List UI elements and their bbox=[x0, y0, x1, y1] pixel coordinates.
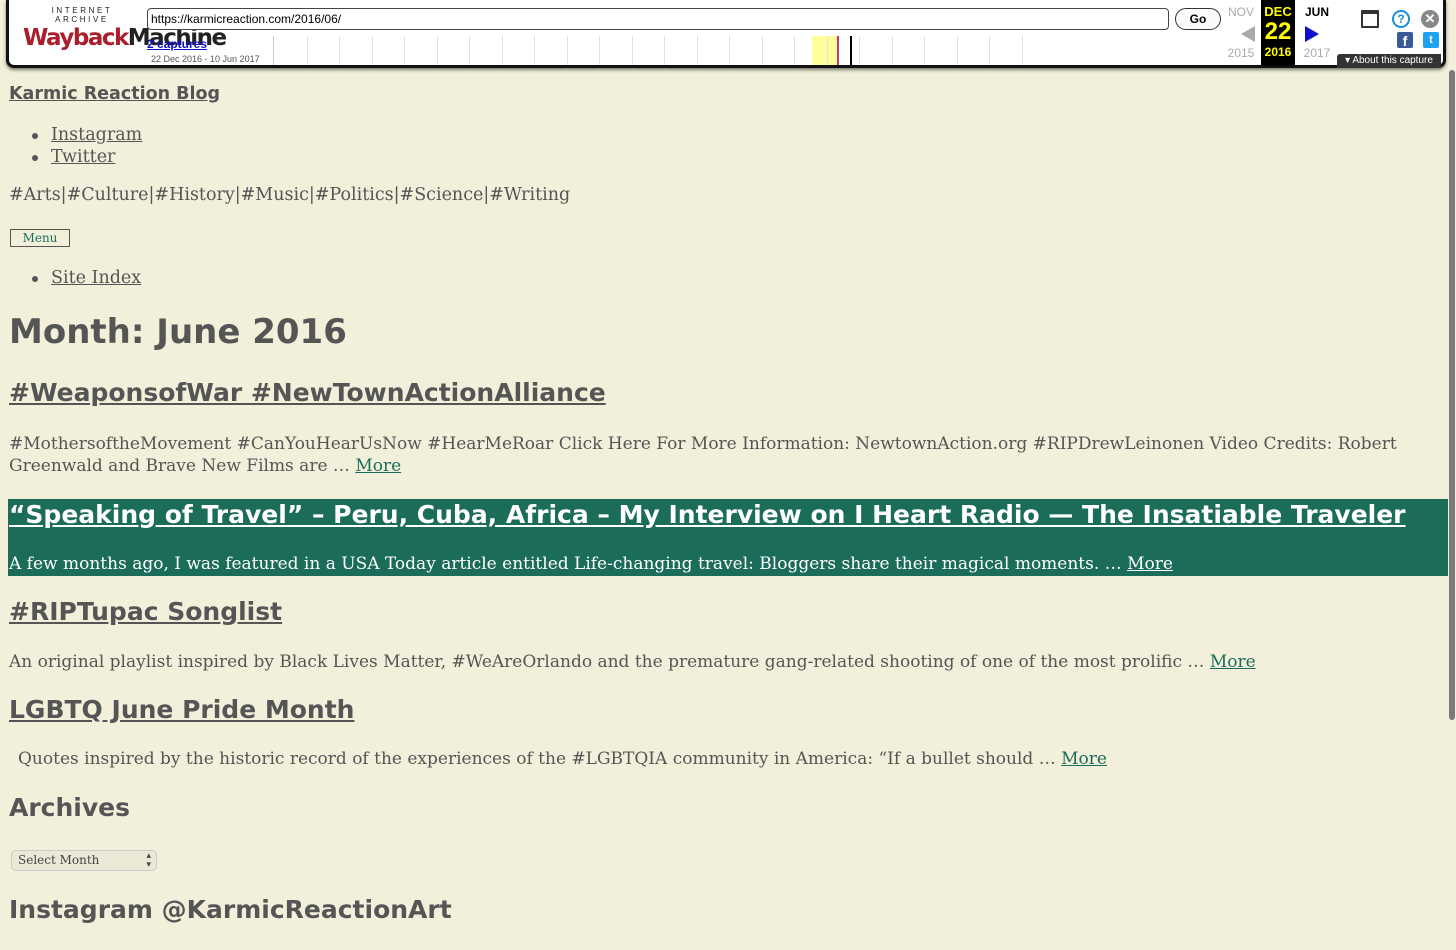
sparkline-tick bbox=[761, 36, 763, 65]
capture-sparkline[interactable] bbox=[273, 36, 1218, 65]
archives-heading: Archives bbox=[9, 793, 130, 822]
about-capture-button[interactable]: ▾ About this capture bbox=[1337, 54, 1441, 68]
prev-month-label: NOV bbox=[1227, 5, 1254, 19]
site-title[interactable]: Karmic Reaction Blog bbox=[9, 84, 220, 104]
help-icon[interactable]: ? bbox=[1392, 10, 1410, 28]
prev-year-label: 2015 bbox=[1227, 46, 1255, 60]
go-button[interactable]: Go bbox=[1175, 8, 1221, 30]
more-link[interactable]: More bbox=[1127, 554, 1173, 574]
sparkline-tick bbox=[469, 36, 470, 65]
twitter-icon[interactable]: t bbox=[1423, 32, 1439, 48]
sparkline-tick bbox=[306, 36, 308, 65]
next-month-label: JUN bbox=[1304, 5, 1329, 19]
sparkline-capture-mark[interactable] bbox=[837, 36, 839, 65]
select-chevron-icon: ▴ ▾ bbox=[146, 851, 151, 870]
instagram-heading: Instagram @KarmicReactionArt bbox=[9, 895, 452, 924]
sparkline-tick bbox=[534, 36, 535, 65]
current-day-label: 22 bbox=[1264, 18, 1292, 45]
sparkline-tick bbox=[436, 36, 438, 65]
sparkline-tick bbox=[696, 36, 698, 65]
next-year-label: 2017 bbox=[1303, 46, 1331, 60]
sparkline-tick bbox=[956, 36, 958, 65]
post-title[interactable]: “Speaking of Travel” – Peru, Cuba, Afric… bbox=[9, 500, 1406, 529]
current-month-label: DEC bbox=[1264, 4, 1292, 19]
sparkline-tick bbox=[891, 36, 893, 65]
wayback-toolbar: INTERNET ARCHIVE WaybackMachine Go 2 cap… bbox=[6, 0, 1446, 68]
sparkline-tick bbox=[729, 36, 730, 65]
post-excerpt: A few months ago, I was featured in a US… bbox=[9, 554, 1173, 574]
sparkline-tick bbox=[1021, 36, 1023, 65]
wayback-logo[interactable]: INTERNET ARCHIVE WaybackMachine bbox=[23, 6, 227, 60]
captures-link[interactable]: 2 captures bbox=[147, 37, 207, 51]
sparkline-tick bbox=[924, 36, 925, 65]
post-title[interactable]: #WeaponsofWar #NewTownActionAlliance bbox=[9, 378, 606, 407]
instagram-link[interactable]: Instagram bbox=[51, 125, 142, 145]
social-item: Instagram bbox=[32, 124, 142, 146]
calendar-icon[interactable] bbox=[1361, 10, 1379, 28]
nav-item: Site Index bbox=[32, 267, 141, 289]
more-link[interactable]: More bbox=[1210, 652, 1256, 672]
post-excerpt: Quotes inspired by the historic record o… bbox=[18, 749, 1107, 769]
sparkline-tick bbox=[404, 36, 405, 65]
sparkline-tick bbox=[566, 36, 568, 65]
post-excerpt: #MothersoftheMovement #CanYouHearUsNow #… bbox=[9, 434, 1397, 476]
social-menu: Instagram Twitter bbox=[32, 124, 142, 168]
post-title[interactable]: #RIPTupac Songlist bbox=[9, 597, 282, 626]
scrollbar-thumb[interactable] bbox=[1449, 70, 1455, 720]
sparkline-tick bbox=[664, 36, 665, 65]
site-index-link[interactable]: Site Index bbox=[51, 268, 141, 288]
sparkline-tick bbox=[501, 36, 503, 65]
more-link[interactable]: More bbox=[1061, 749, 1107, 769]
close-icon[interactable]: ✕ bbox=[1421, 10, 1439, 28]
prev-arrow-icon[interactable] bbox=[1241, 26, 1255, 42]
sparkline-tick bbox=[339, 36, 340, 65]
page-title: Month: June 2016 bbox=[9, 312, 347, 352]
sparkline-highlight bbox=[812, 36, 837, 65]
archives-select[interactable]: Select Month ▴ ▾ bbox=[11, 850, 157, 871]
sparkline-tick bbox=[631, 36, 633, 65]
logo-internet-archive: INTERNET ARCHIVE bbox=[51, 6, 113, 24]
sparkline-tick bbox=[794, 36, 795, 65]
sparkline-tick bbox=[599, 36, 600, 65]
about-capture-label: About this capture bbox=[1352, 55, 1433, 66]
next-arrow-icon[interactable] bbox=[1305, 26, 1319, 42]
twitter-link[interactable]: Twitter bbox=[51, 147, 115, 167]
menu-button[interactable]: Menu bbox=[10, 229, 70, 247]
current-capture-date: DEC 22 2016 bbox=[1261, 0, 1295, 66]
capture-date-range: 22 Dec 2016 - 10 Jun 2017 bbox=[151, 54, 260, 64]
post-title[interactable]: LGBTQ June Pride Month bbox=[9, 695, 354, 724]
post-excerpt: An original playlist inspired by Black L… bbox=[9, 652, 1256, 672]
sparkline-tick bbox=[826, 36, 828, 65]
wayback-url-input[interactable] bbox=[147, 8, 1169, 30]
more-link[interactable]: More bbox=[355, 456, 401, 476]
logo-wayback-machine: WaybackMachine bbox=[23, 25, 227, 51]
sparkline-tick bbox=[989, 36, 990, 65]
archives-select-value: Select Month bbox=[18, 853, 100, 867]
site-description: #Arts|#Culture|#History|#Music|#Politics… bbox=[9, 185, 571, 205]
social-item: Twitter bbox=[32, 146, 142, 168]
facebook-icon[interactable]: f bbox=[1397, 32, 1413, 49]
sparkline-tick bbox=[859, 36, 860, 65]
site-navigation: Site Index bbox=[32, 267, 141, 289]
sparkline-tick bbox=[371, 36, 373, 65]
current-year-label: 2016 bbox=[1264, 45, 1292, 59]
sparkline-capture-mark[interactable] bbox=[850, 36, 852, 65]
